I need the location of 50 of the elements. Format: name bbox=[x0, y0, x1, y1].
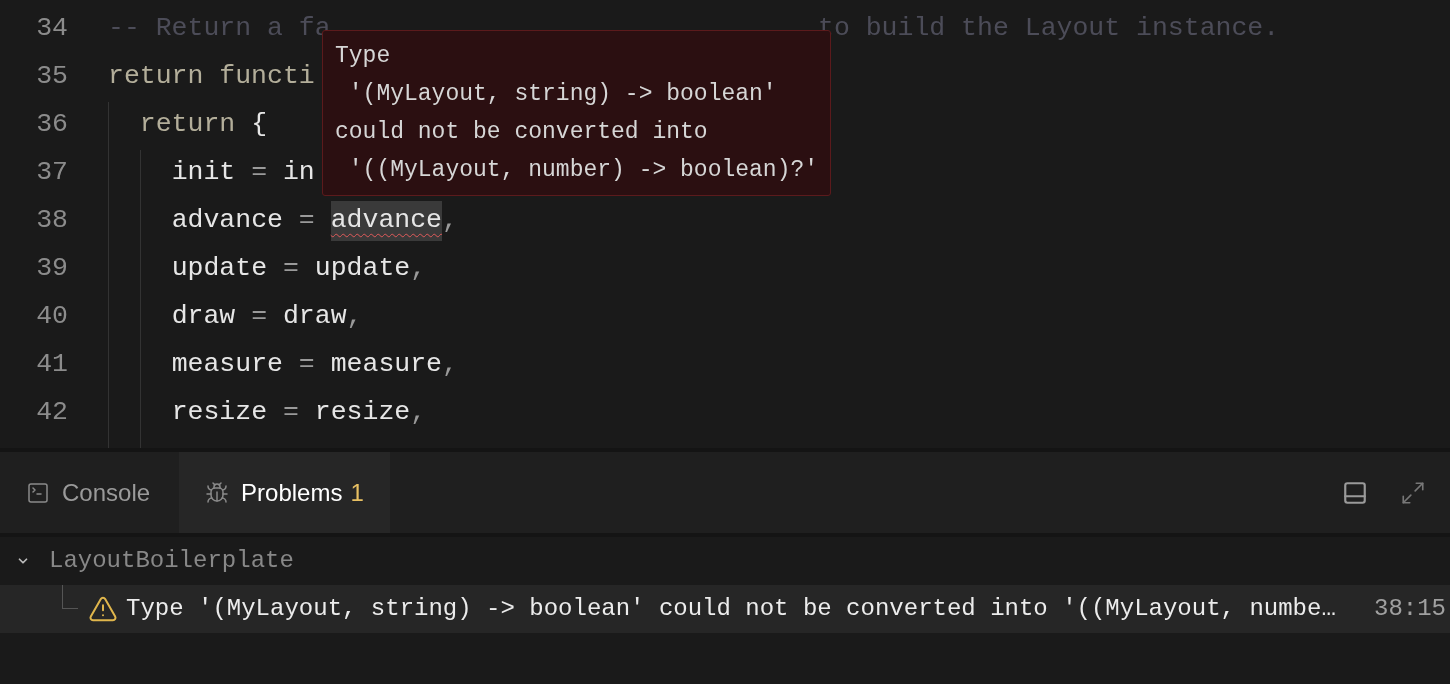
problem-row[interactable]: Type '(MyLayout, string) -> boolean' could not be converted into '((MyLayout, numbe… 38:15 bbox=[0, 585, 1450, 633]
line-number: 40 bbox=[35, 300, 68, 334]
bug-icon bbox=[205, 480, 230, 505]
code-token: = bbox=[251, 156, 269, 190]
line-number: 42 bbox=[35, 396, 68, 430]
code-token: update bbox=[314, 252, 411, 286]
tooltip-text: could not be converted into bbox=[335, 118, 709, 147]
line-number: 34 bbox=[35, 12, 68, 46]
code-token: return bbox=[139, 108, 236, 142]
error-token: advance bbox=[330, 201, 442, 241]
line-number: 39 bbox=[35, 252, 68, 286]
code-token: = bbox=[251, 300, 269, 334]
problem-count: 1 bbox=[350, 477, 364, 508]
code-token: = bbox=[298, 204, 316, 238]
panel-tab[interactable]: Problems 1 bbox=[179, 452, 390, 533]
line-number: 37 bbox=[35, 156, 68, 190]
terminal-icon bbox=[26, 480, 50, 505]
line-number: 36 bbox=[35, 108, 68, 142]
code-token: = bbox=[282, 252, 300, 286]
problem-location: 38:15 bbox=[1374, 594, 1446, 624]
tooltip-text: '((MyLayout, number) -> boolean)?' bbox=[347, 156, 819, 185]
tree-group-label[interactable]: LayoutBoilerplate bbox=[49, 543, 294, 579]
tooltip-text: Type bbox=[335, 42, 392, 71]
code-token: = bbox=[282, 396, 300, 430]
code-token: return functi bbox=[108, 60, 315, 94]
code-token: , bbox=[410, 252, 427, 286]
code-token: update bbox=[171, 252, 268, 286]
tooltip-text: '(MyLayout, string) -> boolean' bbox=[347, 80, 778, 109]
code-token: draw bbox=[282, 300, 347, 334]
code-token: measure bbox=[171, 348, 283, 382]
panel-toggle-icon[interactable] bbox=[1342, 479, 1368, 506]
code-token: , bbox=[410, 396, 427, 430]
line-number: 41 bbox=[35, 348, 68, 382]
code-token: advance bbox=[171, 204, 283, 238]
line-number: 35 bbox=[35, 60, 68, 94]
code-token: = bbox=[298, 348, 316, 382]
code-token: draw bbox=[171, 300, 236, 334]
code-token: , bbox=[346, 300, 363, 334]
line-number: 38 bbox=[35, 204, 68, 238]
code-token: , bbox=[442, 348, 458, 382]
code-token: { bbox=[251, 108, 268, 142]
code-token: resize bbox=[171, 396, 268, 430]
code-token: in bbox=[282, 156, 315, 190]
code-token: init bbox=[171, 156, 236, 190]
code-token: resize bbox=[314, 396, 411, 430]
maximize-icon[interactable] bbox=[1400, 479, 1426, 506]
code-token: measure bbox=[330, 348, 442, 382]
code-token: , bbox=[442, 204, 458, 238]
warning-icon bbox=[88, 594, 118, 624]
problem-message: Type '(MyLayout, string) -> boolean' could not be converted into '((MyLayout, numbe… bbox=[126, 594, 1336, 624]
